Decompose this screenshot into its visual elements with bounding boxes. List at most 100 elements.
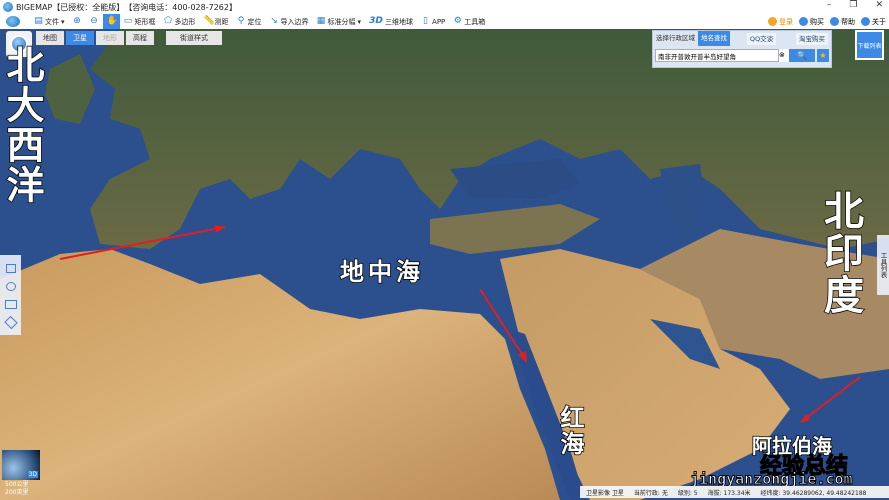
tool-label: 帮助 [841,17,855,26]
taobao-buy-button[interactable]: 淘宝购买 [795,32,828,45]
toolbar-label: 导入边界 [280,17,309,26]
zoom-out-button[interactable]: ⊖ [86,14,103,29]
tab-map-2[interactable]: 地形 [96,31,124,45]
toolbar-label: 多边形 [174,17,196,26]
place-search-input[interactable] [655,49,779,62]
minimize-button[interactable]: – [827,0,832,10]
caspian-sea [660,164,705,244]
tool-2-button[interactable]: 帮助 [830,17,855,27]
status-coords: 经纬度: 39.46289062, 49.48242188 [760,489,867,497]
scale-mi: 200英里 [5,489,29,496]
tab-map-1[interactable]: 卫星 [66,31,94,45]
grid-button[interactable]: ▦ 标准分幅 ▾ [313,14,366,29]
scale-km: 500公里 [5,481,29,488]
3d-icon: 3D [369,16,383,26]
main-menu-logo-icon[interactable] [0,14,30,29]
label-north-atlantic: 北大西洋 [0,44,45,206]
polygon-icon: ⬠ [164,16,172,26]
tab-map-4[interactable]: 街道样式 [166,31,222,45]
tool-icon [830,17,839,26]
import-boundary-button[interactable]: ↘ 导入边界 [266,14,313,29]
tool-label: 购买 [810,17,824,26]
africa-landmass [0,249,560,500]
title-bar: BIGEMAP 【已授权：全能版】 【咨询电话：400-028-7262】 – … [0,0,889,14]
toolbar-label: 工具箱 [464,17,486,26]
draw-tools [0,255,21,335]
turkey-landmass [430,204,600,254]
hand-pan-button[interactable]: ✋ [102,14,120,29]
location-pin-icon: ⚲ [237,16,245,26]
zoom-in-icon: ⊕ [73,16,81,26]
rectangle-tool-icon[interactable] [4,299,17,309]
status-source: 卫星影像 卫星 [586,489,624,497]
rectangle-select-icon: ▭ [123,16,133,26]
close-button[interactable]: ✕ [875,0,883,10]
scale-bar: 500公里 200英里 [5,481,28,497]
tab-map-3[interactable]: 高程 [126,31,154,45]
tool-icon [799,17,808,26]
account-tools: 登录 购买 帮助 关于 [768,14,886,29]
app-name: BIGEMAP [16,2,53,12]
tool-list-tab[interactable]: 工具列表 [877,235,889,295]
search-button[interactable]: 🔍 [789,49,815,62]
download-list-button[interactable]: 下载列表 [855,30,884,60]
minimap-globe[interactable]: 3D [2,450,40,480]
chevron-down-icon: ▾ [357,17,362,26]
qq-chat-button[interactable]: QQ交谈 [746,32,777,45]
map-type-tabs: 地图 卫星 地形 高程 街道样式 [36,31,222,45]
tool-label: 关于 [872,17,886,26]
eraser-tool-icon[interactable] [3,315,18,329]
toolbar-label: 定位 [247,17,262,26]
toolbar-label: 三维地球 [385,17,414,26]
tool-label: 登录 [779,17,793,26]
chevron-down-icon: ▾ [61,17,65,26]
toolbar-label: 标准分幅 [327,17,356,26]
grid-icon: ▦ [316,16,326,26]
clear-icon[interactable]: ⊗ [779,49,789,62]
import-boundary-icon: ↘ [270,16,278,26]
ruler-icon: 📏 [203,16,215,26]
toolbar-label: 文件 [45,17,59,26]
tool-3-button[interactable]: 关于 [861,17,886,27]
label-red-sea: 红海 [555,404,585,458]
tab-place-search[interactable]: 地名查找 [698,31,730,46]
search-panel: 选择行政区域 地名查找 QQ交谈 淘宝购买 ⊗ 🔍 ★ [652,30,832,68]
zoom-in-button[interactable]: ⊕ [69,14,86,29]
tab-select-region[interactable]: 选择行政区域 [653,31,698,46]
polygon-button[interactable]: ⬠ 多边形 [160,14,200,29]
phone-button[interactable]: ▯ APP [417,14,449,29]
app-logo-icon [3,2,13,12]
arrow-arabian-sea [801,376,861,422]
toolbar: ▤ 文件 ▾ ⊕ ⊖ ✋ ▭ 矩形框 ⬠ 多边形 📏 测距 ⚲ 定位 ↘ 导入边界 ▦ 标准分幅 ▾ 3D 三维地球 ▯ A… [0,14,889,29]
zoom-out-icon: ⊖ [90,16,98,26]
status-altitude: 海拔: 173.34米 [707,489,751,497]
status-level: 级别: 5 [677,489,698,497]
status-region: 当前行政: 无 [633,489,668,497]
gear-button[interactable]: ⚙ 工具箱 [449,14,489,29]
tool-0-button[interactable]: 登录 [768,17,793,27]
uk-landmass [45,54,95,124]
folder-icon: ▤ [34,16,43,26]
restore-button[interactable]: ❐ [849,0,857,10]
favorite-star-button[interactable]: ★ [817,49,829,62]
label-north-indian: 北印度 [816,189,864,317]
phone-text: 【咨询电话：400-028-7262】 [124,2,237,12]
location-pin-button[interactable]: ⚲ 定位 [233,14,266,29]
rectangle-select-button[interactable]: ▭ 矩形框 [120,14,160,29]
folder-button[interactable]: ▤ 文件 ▾ [30,14,69,29]
tool-1-button[interactable]: 购买 [799,17,824,27]
toolbar-label: 矩形框 [134,17,156,26]
gear-icon: ⚙ [453,16,462,26]
tool-icon [768,17,777,26]
toolbar-label: APP [432,17,446,26]
tool-icon [861,17,870,26]
3d-button[interactable]: 3D 三维地球 [365,14,417,29]
ruler-button[interactable]: 📏 测距 [200,14,233,29]
square-tool-icon[interactable] [5,263,16,273]
toolbar-label: 测距 [214,17,229,26]
circle-tool-icon[interactable] [5,281,16,291]
tab-map-0[interactable]: 地图 [36,31,64,45]
license-text: 【已授权：全能版】 [52,2,125,12]
3d-toggle[interactable]: 3D [27,471,38,478]
hand-pan-icon: ✋ [106,16,118,26]
